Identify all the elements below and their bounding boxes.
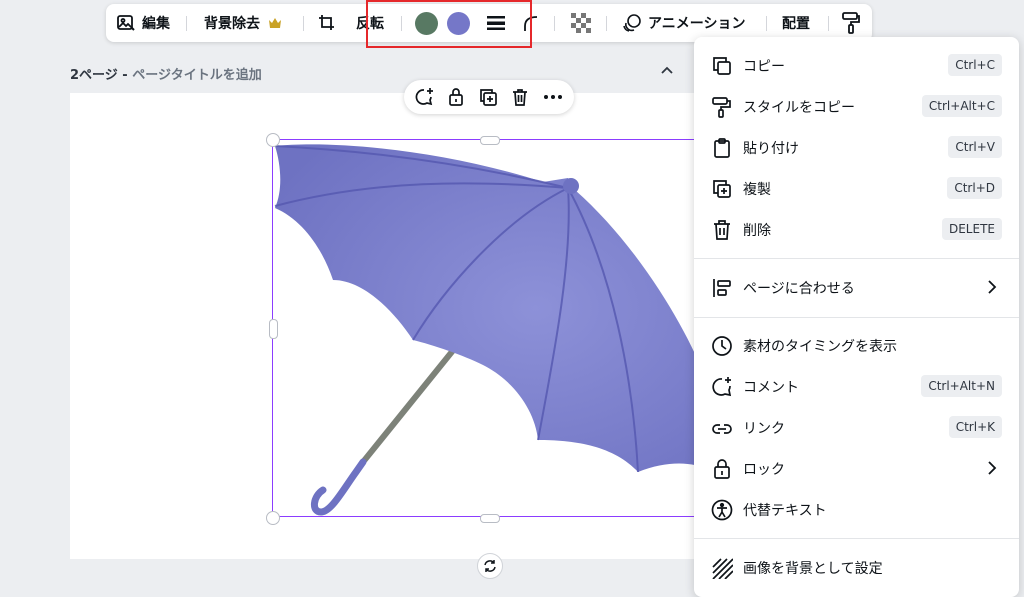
more-options-icon[interactable]: [543, 87, 563, 107]
bg-remove-label: 背景除去: [204, 16, 260, 32]
trash-icon: [711, 219, 733, 241]
lock-icon: [711, 458, 733, 480]
menu-item-label: コピー: [743, 59, 785, 75]
menu-item-label: 複製: [743, 182, 771, 198]
shortcut-badge: Ctrl+C: [948, 54, 1002, 76]
resize-handle-top[interactable]: [480, 136, 500, 145]
menu-item-link[interactable]: リンク Ctrl+K: [694, 407, 1019, 448]
edit-button[interactable]: 編集: [116, 4, 170, 42]
resize-handle-left[interactable]: [269, 319, 278, 339]
paint-roller-icon: [711, 96, 733, 118]
page-title-placeholder[interactable]: ページタイトルを追加: [132, 68, 261, 83]
resize-handle-bottom-left[interactable]: [266, 511, 280, 525]
edit-label: 編集: [142, 16, 170, 32]
element-quick-actions: [404, 80, 574, 114]
resize-handle-top-left[interactable]: [266, 133, 280, 147]
menu-item-copy-style[interactable]: スタイルをコピー Ctrl+Alt+C: [694, 86, 1019, 127]
align-icon: [711, 277, 733, 299]
menu-divider: [694, 317, 1019, 318]
chevron-right-icon: [987, 461, 997, 475]
menu-item-duplicate[interactable]: 複製 Ctrl+D: [694, 168, 1019, 209]
menu-item-label: 貼り付け: [743, 141, 799, 157]
menu-item-paste[interactable]: 貼り付け Ctrl+V: [694, 127, 1019, 168]
copy-icon: [711, 55, 733, 77]
lock-icon[interactable]: [446, 87, 466, 107]
transparency-icon: [571, 13, 591, 33]
menu-item-show-timing[interactable]: 素材のタイミングを表示: [694, 325, 1019, 366]
menu-divider: [694, 258, 1019, 259]
shortcut-badge: Ctrl+D: [947, 177, 1002, 199]
menu-item-lock[interactable]: ロック: [694, 448, 1019, 489]
menu-item-label: 削除: [743, 223, 771, 239]
chevron-up-icon[interactable]: [660, 64, 674, 78]
annotation-highlight-box: [366, 0, 532, 48]
shortcut-badge: Ctrl+Alt+N: [921, 375, 1002, 397]
menu-item-comment[interactable]: コメント Ctrl+Alt+N: [694, 366, 1019, 407]
menu-item-label: リンク: [743, 421, 785, 437]
image-edit-icon: [116, 13, 136, 33]
duplicate-icon: [711, 178, 733, 200]
crop-button[interactable]: [318, 4, 336, 42]
menu-item-label: ロック: [743, 462, 785, 478]
crop-icon: [318, 14, 336, 32]
position-label: 配置: [782, 16, 810, 32]
page-title[interactable]: 2ページ - ページタイトルを追加: [70, 64, 262, 83]
link-icon: [711, 417, 733, 439]
menu-item-delete[interactable]: 削除 DELETE: [694, 209, 1019, 250]
trash-icon[interactable]: [510, 87, 530, 107]
shortcut-badge: Ctrl+Alt+C: [921, 95, 1002, 117]
menu-divider: [694, 538, 1019, 539]
rotate-handle[interactable]: [477, 553, 503, 579]
selection-frame: [272, 139, 712, 517]
animate-label: アニメーション: [648, 16, 746, 32]
menu-item-set-as-background[interactable]: 画像を背景として設定: [694, 547, 1019, 588]
menu-item-fit-to-page[interactable]: ページに合わせる: [694, 267, 1019, 308]
menu-item-label: コメント: [743, 380, 799, 396]
shortcut-badge: DELETE: [941, 218, 1002, 240]
menu-item-label: 素材のタイミングを表示: [743, 339, 897, 355]
divider: [828, 16, 829, 31]
duplicate-icon[interactable]: [478, 87, 498, 107]
shortcut-badge: Ctrl+V: [948, 136, 1002, 158]
add-comment-icon[interactable]: [414, 87, 434, 107]
divider: [606, 16, 607, 31]
menu-item-copy[interactable]: コピー Ctrl+C: [694, 45, 1019, 86]
resize-handle-bottom[interactable]: [480, 514, 500, 523]
shortcut-badge: Ctrl+K: [948, 416, 1002, 438]
divider: [186, 16, 187, 31]
menu-item-label: スタイルをコピー: [743, 100, 855, 116]
page-number-label: 2ページ -: [70, 68, 133, 83]
divider: [554, 16, 555, 31]
animate-icon: [622, 13, 642, 33]
divider: [303, 16, 304, 31]
chevron-right-icon: [987, 280, 997, 294]
transparency-button[interactable]: [571, 4, 591, 42]
bg-remove-button[interactable]: 背景除去: [204, 4, 282, 42]
menu-item-label: 画像を背景として設定: [743, 561, 883, 577]
comment-icon: [711, 376, 733, 398]
paint-roller-icon: [842, 12, 860, 34]
clock-icon: [711, 335, 733, 357]
clipboard-icon: [711, 137, 733, 159]
menu-item-alt-text[interactable]: 代替テキスト: [694, 489, 1019, 530]
context-menu: コピー Ctrl+C スタイルをコピー Ctrl+Alt+C 貼り付け Ctrl…: [694, 37, 1019, 597]
accessibility-icon: [711, 499, 733, 521]
crown-icon: [268, 17, 282, 29]
menu-item-label: 代替テキスト: [743, 503, 827, 519]
rotate-icon: [483, 559, 497, 573]
divider: [766, 16, 767, 31]
menu-item-label: ページに合わせる: [743, 281, 855, 297]
